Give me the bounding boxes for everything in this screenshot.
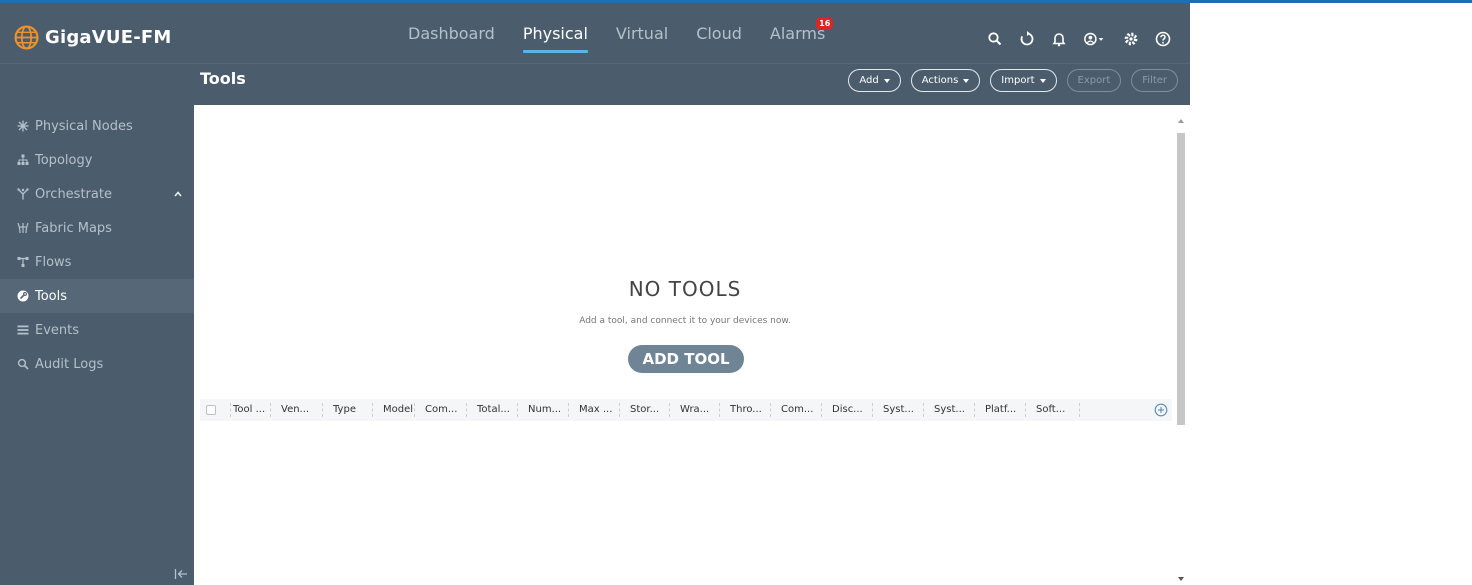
sidebar-item-label: Audit Logs — [35, 356, 104, 372]
sidebar-item-fabric-maps[interactable]: Fabric Maps — [0, 211, 194, 245]
help-icon[interactable] — [1154, 30, 1172, 48]
page-title: Tools — [200, 69, 246, 88]
collapse-sidebar-icon[interactable] — [174, 567, 188, 581]
top-icon-bar — [986, 27, 1186, 51]
topology-icon — [16, 154, 29, 167]
globe-logo-icon — [14, 25, 39, 50]
column-header[interactable]: Ven... — [270, 403, 322, 417]
column-header[interactable]: Wra... — [669, 403, 719, 417]
caret-down-icon — [963, 78, 970, 83]
main-content: NO TOOLS Add a tool, and connect it to y… — [194, 105, 1190, 585]
column-header[interactable]: Model — [372, 403, 414, 417]
alarm-count-badge: 16 — [816, 18, 834, 29]
top-navigation-bar: GigaVUE-FM Dashboard Physical Virtual Cl… — [0, 3, 1190, 63]
bell-icon[interactable] — [1050, 30, 1068, 48]
sidebar-item-label: Tools — [35, 288, 68, 304]
scroll-thumb[interactable] — [1177, 133, 1185, 425]
import-label: Import — [1001, 75, 1035, 86]
main-nav: Dashboard Physical Virtual Cloud Alarms … — [408, 18, 853, 55]
column-header[interactable]: Stor... — [619, 403, 669, 417]
sidebar-item-label: Flows — [35, 254, 72, 270]
filter-label: Filter — [1142, 75, 1167, 86]
add-column-icon[interactable] — [1154, 403, 1168, 417]
column-header[interactable]: Tool ... — [230, 403, 270, 417]
sidebar-item-events[interactable]: Events — [0, 313, 194, 347]
column-divider — [1079, 403, 1099, 417]
actions-dropdown-button[interactable]: Actions — [910, 69, 981, 92]
nav-cloud[interactable]: Cloud — [696, 23, 742, 55]
search-icon[interactable] — [986, 30, 1004, 48]
refresh-icon[interactable] — [1018, 30, 1036, 48]
table-header: Tool ... Ven... Type Model Com... Total.… — [200, 399, 1172, 421]
sidebar-item-flows[interactable]: Flows — [0, 245, 194, 279]
add-tool-button[interactable]: ADD TOOL — [628, 345, 744, 373]
column-header[interactable]: Num... — [517, 403, 568, 417]
fabric-maps-icon — [16, 222, 29, 235]
sidebar-item-audit-logs[interactable]: Audit Logs — [0, 347, 194, 381]
nodes-icon — [16, 120, 29, 133]
caret-down-icon — [883, 78, 890, 83]
sidebar-item-label: Events — [35, 322, 80, 338]
select-all-checkbox[interactable] — [206, 405, 216, 415]
column-header[interactable]: Disc... — [821, 403, 872, 417]
page-header: Tools Add Actions Import Export Filter — [0, 63, 1190, 105]
events-icon — [16, 324, 29, 337]
column-header[interactable]: Max ... — [568, 403, 619, 417]
actions-label: Actions — [921, 75, 959, 86]
export-button[interactable]: Export — [1066, 69, 1122, 92]
column-header[interactable]: Syst... — [872, 403, 923, 417]
column-header[interactable]: Platf... — [974, 403, 1025, 417]
sidebar-item-topology[interactable]: Topology — [0, 143, 194, 177]
sidebar-item-label: Orchestrate — [35, 186, 112, 202]
sidebar-item-physical-nodes[interactable]: Physical Nodes — [0, 109, 194, 143]
header-actions: Add Actions Import Export Filter — [838, 69, 1178, 92]
add-label: Add — [859, 75, 879, 86]
nav-alarms[interactable]: Alarms 16 — [770, 18, 834, 55]
nav-dashboard[interactable]: Dashboard — [408, 23, 495, 55]
brand[interactable]: GigaVUE-FM — [14, 23, 172, 51]
column-header[interactable]: Soft... — [1025, 403, 1079, 417]
nav-virtual[interactable]: Virtual — [616, 23, 668, 55]
column-header[interactable]: Thro... — [719, 403, 770, 417]
export-label: Export — [1077, 75, 1111, 86]
vertical-scrollbar[interactable] — [1176, 113, 1186, 583]
user-account-icon[interactable] — [1082, 30, 1108, 48]
sidebar-item-label: Physical Nodes — [35, 118, 133, 134]
column-header[interactable]: Type — [322, 403, 372, 417]
tools-icon — [16, 290, 29, 303]
column-header[interactable]: Com... — [770, 403, 821, 417]
caret-down-icon — [1039, 78, 1046, 83]
empty-state-subtitle: Add a tool, and connect it to your devic… — [579, 316, 791, 326]
sidebar-item-label: Topology — [35, 152, 93, 168]
sidebar-item-tools[interactable]: Tools — [0, 279, 194, 313]
chevron-up-icon[interactable] — [174, 190, 182, 198]
search-icon — [16, 358, 29, 371]
sidebar: Physical Nodes Topology Orchestrate Fabr… — [0, 105, 194, 585]
nav-physical[interactable]: Physical — [522, 23, 589, 55]
import-dropdown-button[interactable]: Import — [990, 69, 1057, 92]
sidebar-item-orchestrate[interactable]: Orchestrate — [0, 177, 194, 211]
flows-icon — [16, 256, 29, 269]
scroll-up-arrow-icon[interactable] — [1178, 119, 1184, 123]
column-header[interactable]: Syst... — [923, 403, 974, 417]
column-header[interactable]: Total... — [466, 403, 517, 417]
filter-button[interactable]: Filter — [1131, 69, 1178, 92]
orchestrate-icon — [16, 188, 29, 201]
settings-gear-icon[interactable] — [1122, 30, 1140, 48]
sidebar-item-label: Fabric Maps — [35, 220, 112, 236]
empty-state-title: NO TOOLS — [628, 277, 742, 301]
add-dropdown-button[interactable]: Add — [848, 69, 901, 92]
column-header[interactable]: Com... — [414, 403, 466, 417]
scroll-down-arrow-icon[interactable] — [1178, 577, 1184, 581]
brand-name: GigaVUE-FM — [45, 26, 172, 48]
app-window: GigaVUE-FM Dashboard Physical Virtual Cl… — [0, 3, 1190, 585]
